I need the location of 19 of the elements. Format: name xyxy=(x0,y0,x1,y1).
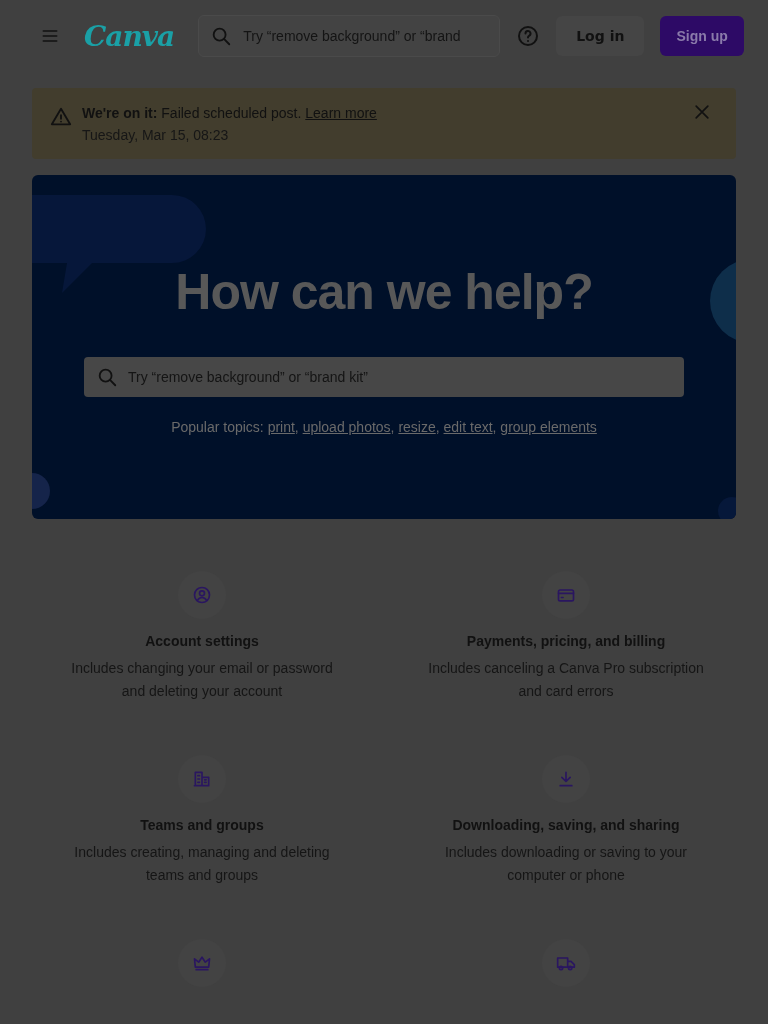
help-icon xyxy=(516,24,541,48)
hero-title: How can we help? xyxy=(175,263,593,321)
building-icon xyxy=(192,769,212,789)
download-icon xyxy=(556,769,576,789)
user-icon xyxy=(192,585,212,605)
help-button[interactable] xyxy=(516,24,541,48)
search-icon xyxy=(210,25,233,47)
popular-topics: Popular topics: print, upload photos, resize, edit text, group elements xyxy=(171,419,597,435)
crown-icon xyxy=(192,953,212,973)
topic-link[interactable]: print xyxy=(267,419,295,435)
topic-link[interactable]: group elements xyxy=(500,419,597,435)
topic-link[interactable]: resize xyxy=(398,419,436,435)
warning-icon xyxy=(50,106,72,128)
search-icon xyxy=(96,366,118,388)
signup-button[interactable]: Sign up xyxy=(660,16,744,56)
close-icon xyxy=(692,102,712,122)
topic-link[interactable]: upload photos xyxy=(302,419,391,435)
logo[interactable]: Canva xyxy=(84,19,175,53)
topic-link[interactable]: edit text xyxy=(443,419,493,435)
